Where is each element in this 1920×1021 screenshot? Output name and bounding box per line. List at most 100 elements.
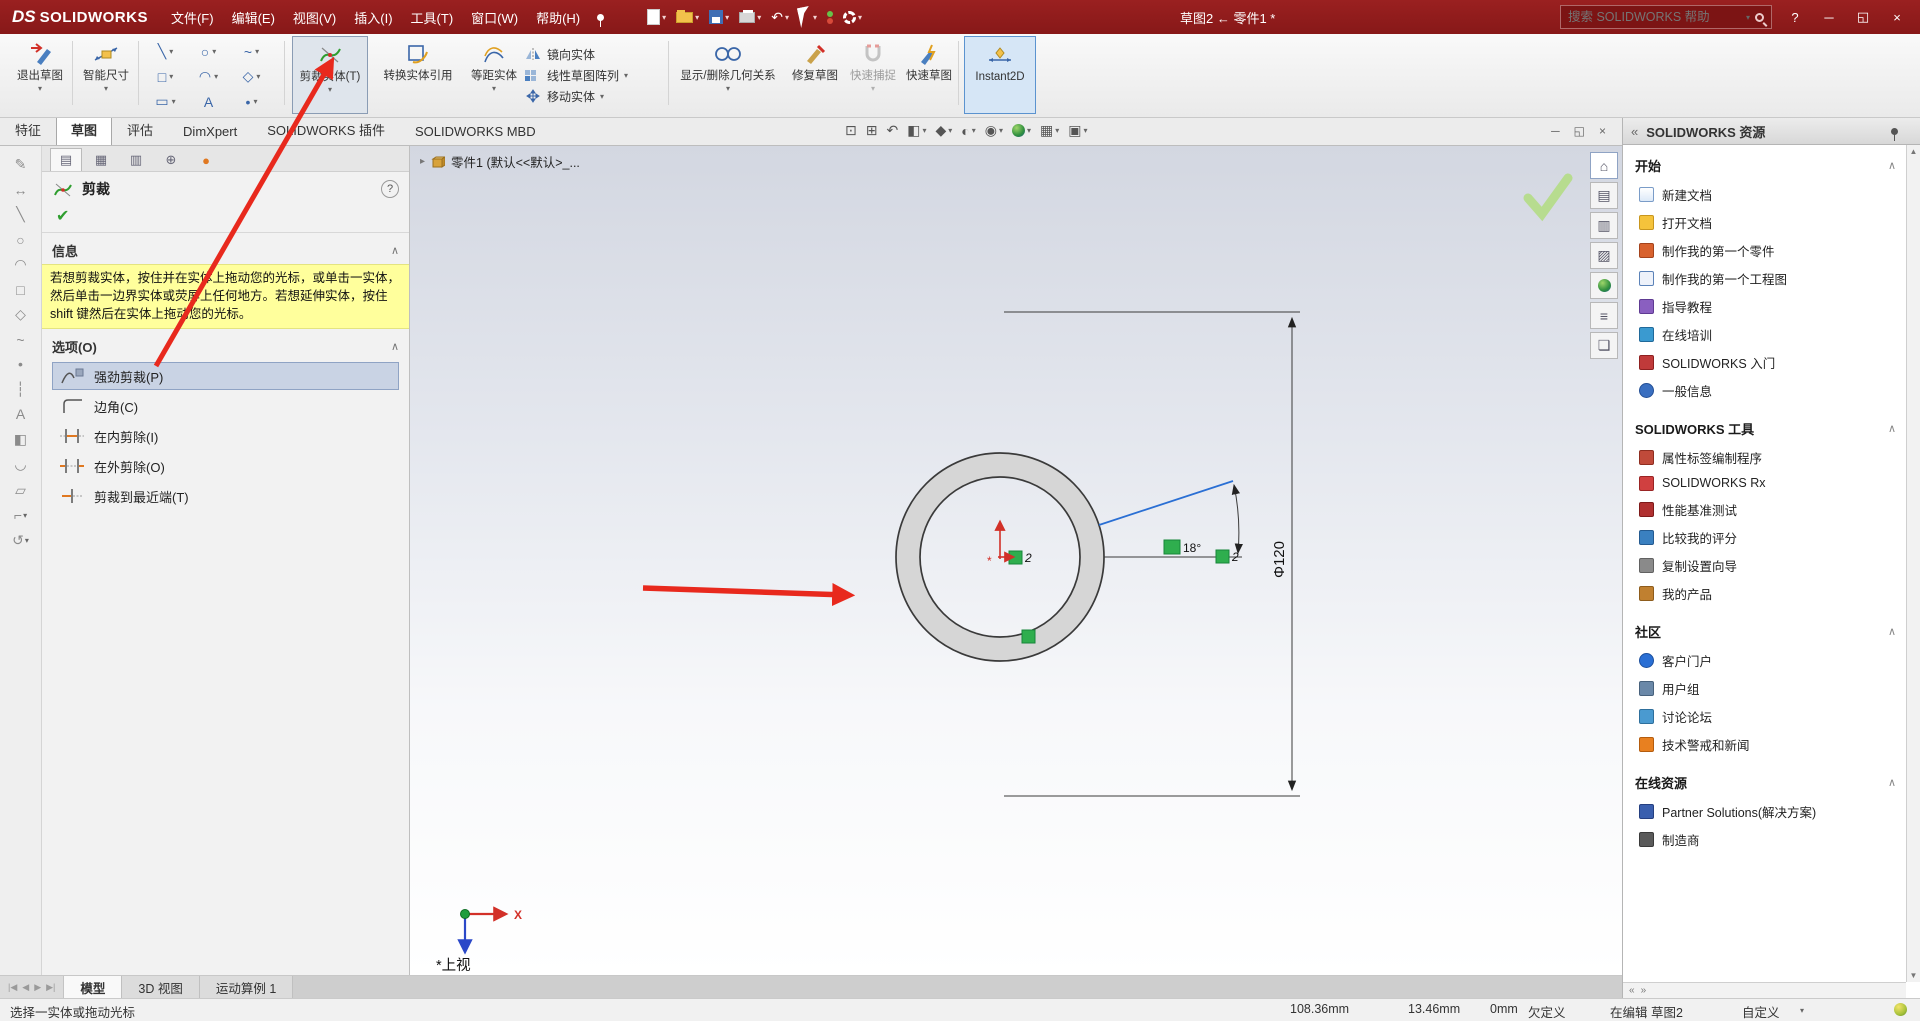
save-button[interactable]: ▾ — [706, 8, 732, 26]
relation-badge[interactable] — [1216, 550, 1229, 563]
tab-features[interactable]: 特征 — [0, 114, 56, 145]
trim-entities-button[interactable]: 剪裁实体(T) ▾ — [292, 36, 368, 114]
search-icon[interactable] — [1755, 13, 1764, 22]
help-button[interactable]: ? — [1784, 10, 1806, 25]
option-power-trim[interactable]: 强劲剪裁(P) — [52, 362, 399, 390]
dropdown-icon[interactable]: ▾ — [255, 47, 259, 56]
feature-tree-breadcrumb[interactable]: ▸ 零件1 (默认<<默认>_... — [420, 152, 580, 171]
dropdown-icon[interactable]: ▾ — [169, 72, 173, 81]
list-item[interactable]: 在线培训 — [1633, 320, 1902, 348]
menu-pin-icon[interactable] — [597, 14, 604, 21]
fillet-tool-icon[interactable]: ◡ — [14, 456, 26, 473]
repair-sketch-button[interactable]: 修复草图 — [790, 36, 840, 114]
apply-scene-button[interactable]: ▦▾ — [1040, 122, 1059, 139]
pin-icon[interactable] — [1891, 128, 1898, 135]
rectangle-tool-icon[interactable]: □ — [16, 282, 24, 298]
next-tab-button[interactable]: ▶ — [34, 982, 41, 993]
display-style-button[interactable]: ◐▾ — [961, 123, 975, 139]
status-sphere-icon[interactable] — [1894, 1003, 1907, 1016]
expand-icon[interactable]: ▸ — [420, 156, 425, 167]
list-item[interactable]: 技术警戒和新闻 — [1633, 730, 1902, 758]
breadcrumb-label[interactable]: 零件1 (默认<<默认>_... — [451, 152, 580, 171]
help-icon[interactable]: ? — [381, 180, 399, 198]
dropdown-icon[interactable]: ▾ — [600, 92, 604, 101]
menu-insert[interactable]: 插入(I) — [345, 4, 401, 31]
dropdown-icon[interactable]: ▾ — [38, 84, 42, 93]
close-button[interactable]: × — [1886, 10, 1908, 25]
sketch-canvas[interactable]: Φ120 18° 2 2 * — [410, 146, 1622, 975]
dropdown-icon[interactable]: ▾ — [999, 126, 1003, 135]
tab-mbd[interactable]: SOLIDWORKS MBD — [400, 118, 551, 145]
selected-construction-line[interactable] — [1099, 481, 1233, 525]
undo-button[interactable]: ↶▾ — [768, 8, 792, 26]
list-item[interactable]: 新建文档 — [1633, 180, 1902, 208]
edit-appearance-button[interactable]: ▾ — [1012, 124, 1031, 137]
dropdown-icon[interactable]: ▾ — [695, 13, 699, 22]
view-orientation-button[interactable]: ◆▾ — [935, 122, 952, 139]
section-view-button[interactable]: ◧▾ — [907, 122, 926, 139]
menu-edit[interactable]: 编辑(E) — [223, 4, 284, 31]
dropdown-icon[interactable]: ▾ — [212, 47, 216, 56]
list-item[interactable]: 性能基准测试 — [1633, 495, 1902, 523]
point-tool-button[interactable]: •▾ — [230, 89, 273, 114]
mirror-entities-button[interactable]: 镜向实体 — [524, 46, 660, 63]
menu-help[interactable]: 帮助(H) — [527, 4, 589, 31]
dropdown-icon[interactable]: ▾ — [104, 84, 108, 93]
custom-properties-tab[interactable]: ≡ — [1590, 302, 1618, 329]
rebuild-button[interactable] — [824, 9, 836, 26]
featuremanager-tab[interactable]: ▦ — [85, 148, 117, 171]
tab-3d-views[interactable]: 3D 视图 — [122, 976, 199, 998]
options-section-header[interactable]: 选项(O) ∧ — [42, 329, 409, 360]
scroll-right-icon[interactable]: » — [1641, 985, 1647, 996]
circle-tool-button[interactable]: ○▾ — [187, 39, 230, 64]
tab-model[interactable]: 模型 — [64, 976, 122, 998]
propertymanager-tab[interactable]: ▤ — [50, 148, 82, 171]
doc-close-button[interactable]: × — [1599, 124, 1606, 138]
new-document-button[interactable]: ▾ — [644, 7, 669, 27]
appearances-tab[interactable] — [1590, 272, 1618, 299]
file-explorer-tab[interactable]: ▥ — [1590, 212, 1618, 239]
select-button[interactable]: ▾ — [796, 5, 820, 29]
doc-minimize-button[interactable]: ─ — [1551, 124, 1560, 138]
option-corner[interactable]: 边角(C) — [52, 392, 399, 420]
dropdown-icon[interactable]: ▾ — [256, 72, 260, 81]
menu-tools[interactable]: 工具(T) — [402, 4, 463, 31]
arc-tool-button[interactable]: ◠▾ — [187, 64, 230, 89]
section-header[interactable]: SOLIDWORKS 工具 ∧ — [1633, 414, 1902, 443]
list-item[interactable]: 客户门户 — [1633, 646, 1902, 674]
rectangle-tool-button[interactable]: □▾ — [144, 64, 187, 89]
ok-check-button[interactable]: ✔ — [56, 208, 69, 225]
section-header[interactable]: 社区 ∧ — [1633, 617, 1902, 646]
dropdown-icon[interactable]: ▾ — [662, 13, 666, 22]
displaymanager-tab[interactable]: ● — [190, 148, 222, 171]
polygon-tool-icon[interactable]: ◇ — [15, 306, 26, 323]
collapse-pane-icon[interactable]: « — [1631, 124, 1638, 139]
tab-motion-study[interactable]: 运动算例 1 — [200, 976, 293, 998]
dropdown-icon[interactable]: ▾ — [624, 71, 628, 80]
dropdown-icon[interactable]: ▾ — [1027, 126, 1031, 135]
list-item[interactable]: 用户组 — [1633, 674, 1902, 702]
restore-button[interactable]: ◱ — [1852, 9, 1874, 25]
view-settings-button[interactable]: ▣▾ — [1068, 122, 1087, 139]
collapse-icon[interactable]: ∧ — [1888, 422, 1900, 435]
convert-entities-button[interactable]: 转换实体引用 — [380, 36, 456, 114]
option-trim-outside[interactable]: 在外剪除(O) — [52, 452, 399, 480]
info-section-header[interactable]: 信息 ∧ — [42, 233, 409, 264]
point-tool-icon[interactable]: • — [18, 356, 23, 372]
scroll-down-icon[interactable]: ▼ — [1910, 971, 1918, 980]
dropdown-icon[interactable]: ▾ — [972, 126, 976, 135]
angle-relation-badge[interactable] — [1164, 540, 1180, 554]
dropdown-icon[interactable]: ▾ — [813, 13, 817, 22]
dropdown-icon[interactable]: ▾ — [492, 84, 496, 93]
mirror-tool-icon[interactable]: ◧ — [14, 431, 27, 448]
sketch-tool-icon[interactable]: ✎ — [15, 156, 27, 173]
dropdown-icon[interactable]: ▾ — [757, 13, 761, 22]
list-item[interactable]: Partner Solutions(解决方案) — [1633, 797, 1902, 825]
relation-badge[interactable] — [1022, 630, 1035, 643]
dropdown-icon[interactable]: ▾ — [922, 126, 926, 135]
dropdown-icon[interactable]: ▾ — [1083, 126, 1087, 135]
dropdown-icon[interactable]: ▾ — [328, 85, 332, 94]
resources-tab[interactable]: ⌂ — [1590, 152, 1618, 179]
collapse-icon[interactable]: ∧ — [1888, 625, 1900, 638]
task-pane-scrollbar[interactable]: ▲ ▼ — [1906, 145, 1920, 982]
